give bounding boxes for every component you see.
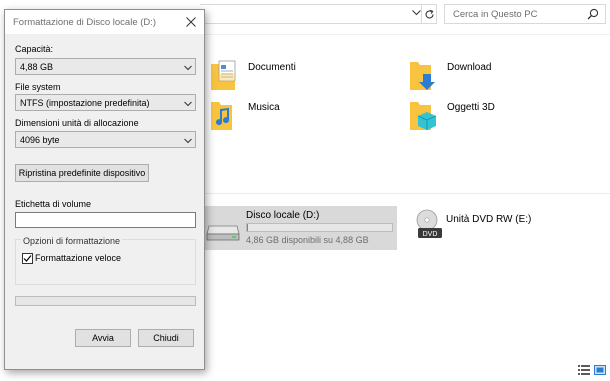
3d-objects-folder-icon: [409, 98, 437, 132]
chevron-down-icon: [184, 136, 192, 146]
folder-label: Oggetti 3D: [447, 102, 495, 113]
volume-label-input[interactable]: [15, 212, 196, 228]
volume-label-caption: Etichetta di volume: [15, 199, 92, 209]
capacity-value: 4,88 GB: [20, 62, 54, 72]
dvd-badge: DVD: [423, 231, 438, 238]
folder-label: Musica: [248, 102, 280, 113]
format-dialog: Formattazione di Disco locale (D:) Capac…: [4, 9, 205, 370]
divider: [200, 193, 610, 194]
folder-label: Documenti: [248, 62, 296, 73]
allocation-size-select[interactable]: 4096 byte: [15, 131, 196, 148]
dialog-title: Formattazione di Disco locale (D:): [13, 17, 157, 28]
hard-drive-icon: [206, 220, 240, 244]
folder-item-oggetti-3d[interactable]: Oggetti 3D: [409, 98, 569, 138]
music-folder-icon: [210, 98, 238, 132]
address-bar[interactable]: [200, 4, 437, 24]
allocation-size-value: 4096 byte: [20, 135, 60, 145]
folder-label: Download: [447, 62, 492, 73]
folder-item-download[interactable]: Download: [409, 58, 569, 98]
view-mode-switcher: [578, 365, 606, 377]
filesystem-value: NTFS (impostazione predefinita): [20, 98, 150, 108]
format-options-legend: Opzioni di formattazione: [21, 236, 123, 246]
allocation-size-label: Dimensioni unità di allocazione: [15, 118, 139, 128]
quick-format-checkbox[interactable]: [22, 253, 33, 264]
large-icons-view-icon[interactable]: [594, 365, 606, 377]
chevron-down-icon: [184, 63, 192, 73]
dialog-titlebar[interactable]: Formattazione di Disco locale (D:): [5, 10, 204, 34]
format-progress-bar: [15, 296, 196, 306]
drive-free-space: 4,86 GB disponibili su 4,88 GB: [246, 235, 369, 245]
search-placeholder: Cerca in Questo PC: [453, 9, 538, 20]
details-view-icon[interactable]: [578, 365, 590, 377]
dvd-drive-icon: DVD: [414, 208, 442, 242]
close-icon[interactable]: [184, 15, 198, 29]
folder-item-documenti[interactable]: Documenti: [210, 58, 370, 98]
search-input[interactable]: Cerca in Questo PC: [444, 4, 606, 24]
documents-folder-icon: [210, 58, 238, 92]
download-folder-icon: [409, 58, 437, 92]
drive-name: Unità DVD RW (E:): [446, 214, 532, 225]
drive-item-d[interactable]: Disco locale (D:) 4,86 GB disponibili su…: [200, 206, 397, 250]
drive-usage-bar: [246, 223, 393, 232]
quick-format-label[interactable]: Formattazione veloce: [35, 253, 121, 263]
restore-defaults-button[interactable]: Ripristina predefinite dispositivo: [15, 164, 149, 182]
drive-item-e[interactable]: DVD Unità DVD RW (E:): [414, 208, 564, 248]
drive-name: Disco locale (D:): [246, 210, 320, 221]
start-button[interactable]: Avvia: [75, 329, 131, 347]
chevron-down-icon: [184, 99, 192, 109]
divider: [200, 34, 610, 35]
search-icon[interactable]: [587, 8, 599, 22]
filesystem-label: File system: [15, 82, 61, 92]
capacity-label: Capacità:: [15, 44, 54, 54]
refresh-icon[interactable]: [421, 4, 437, 24]
folder-item-musica[interactable]: Musica: [210, 98, 370, 138]
filesystem-select[interactable]: NTFS (impostazione predefinita): [15, 94, 196, 111]
close-button[interactable]: Chiudi: [138, 329, 194, 347]
capacity-select[interactable]: 4,88 GB: [15, 58, 196, 75]
